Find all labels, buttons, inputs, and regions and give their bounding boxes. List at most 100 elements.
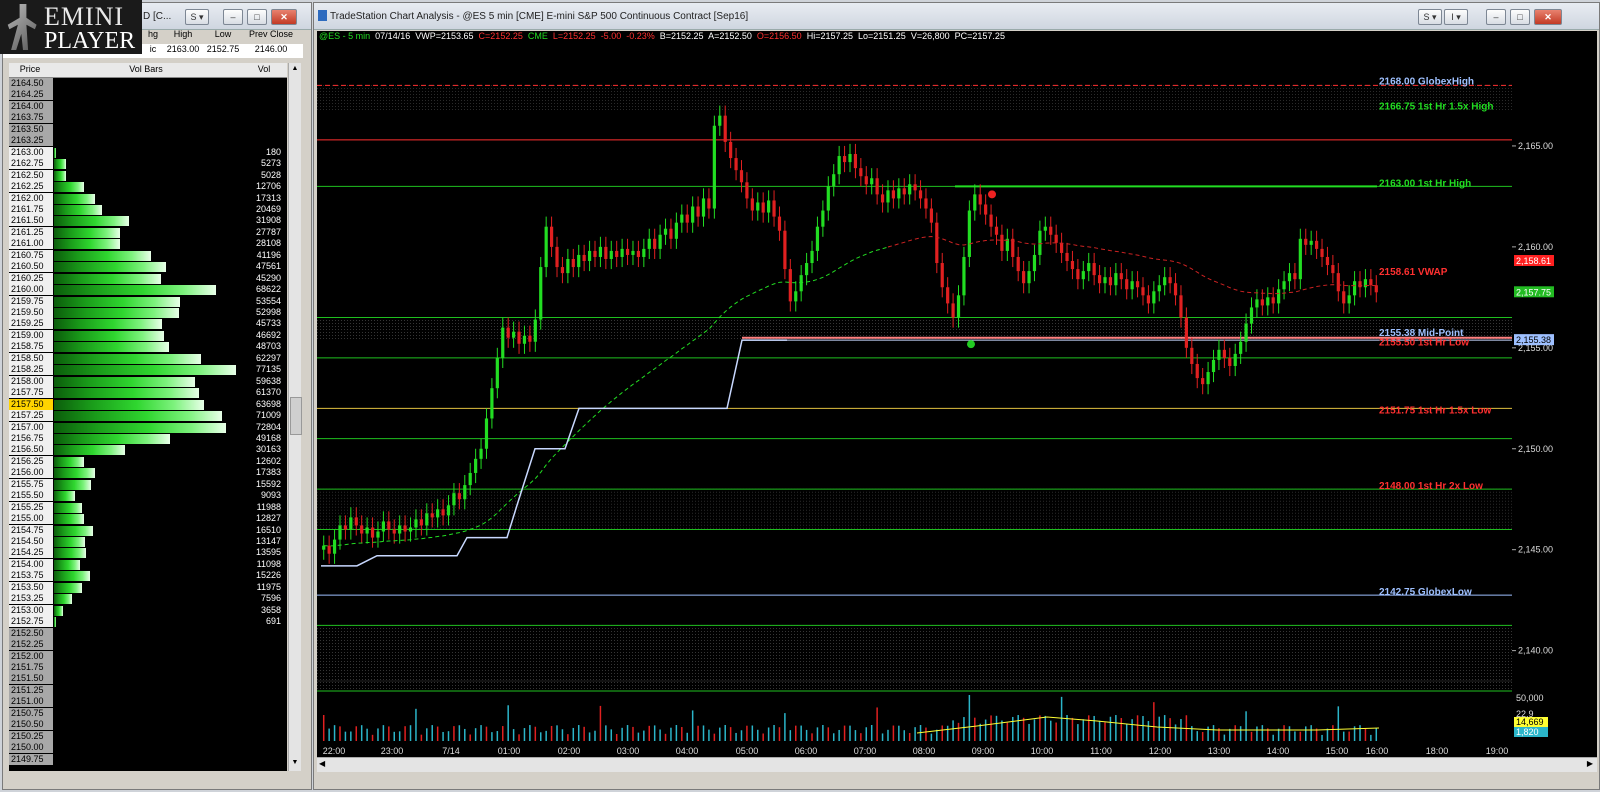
ladder-price: 2153.25 (9, 593, 53, 605)
chart-maximize-button[interactable]: □ (1510, 9, 1530, 25)
ladder-row[interactable]: 2162.50 5028 (9, 169, 287, 182)
ladder-row[interactable]: 2162.75 5273 (9, 158, 287, 170)
price-chart-panel[interactable]: @ES - 5 min 07/14/16 VWP=2153.65 C=2152.… (317, 31, 1512, 743)
ladder-row[interactable]: 2151.50 (9, 673, 287, 685)
ladder-row[interactable]: 2150.75 (9, 707, 287, 720)
col-vol-bars[interactable]: Vol Bars (51, 64, 241, 74)
ladder-row[interactable]: 2154.25 13595 (9, 547, 287, 559)
chart-window: TradeStation Chart Analysis - @ES 5 min … (313, 2, 1600, 790)
scroll-left-icon[interactable]: ◀ (319, 759, 325, 768)
ladder-row[interactable]: 2152.50 (9, 627, 287, 640)
scroll-right-icon[interactable]: ▶ (1587, 759, 1593, 768)
ladder-row[interactable]: 2161.75 20469 (9, 203, 287, 216)
ladder-row[interactable]: 2155.00 12827 (9, 513, 287, 525)
ladder-row[interactable]: 2155.25 11988 (9, 501, 287, 514)
ladder-row[interactable]: 2161.25 27787 (9, 226, 287, 239)
ladder-row[interactable]: 2156.75 49168 (9, 432, 287, 445)
ladder-row[interactable]: 2154.00 11098 (9, 558, 287, 571)
ladder-row[interactable]: 2161.50 31908 (9, 215, 287, 227)
ladder-row[interactable]: 2158.00 59638 (9, 375, 287, 388)
scroll-down-icon[interactable]: ▼ (290, 759, 300, 769)
status-volume: V=26,800 (910, 31, 950, 41)
ladder-row[interactable]: 2163.00 180 (9, 146, 287, 159)
minimize-button[interactable]: – (223, 9, 243, 25)
ladder-row[interactable]: 2153.00 3658 (9, 604, 287, 617)
ladder-row[interactable]: 2151.75 (9, 661, 287, 674)
price-axis[interactable]: 2,165.00 2,160.00 2,155.00 2,150.00 2,145.00… (1512, 31, 1597, 743)
ladder-row[interactable]: 2160.50 47561 (9, 261, 287, 273)
ladder-row[interactable]: 2157.25 71009 (9, 410, 287, 422)
ladder-row[interactable]: 2160.25 45290 (9, 272, 287, 285)
ladder-row[interactable]: 2153.50 11975 (9, 581, 287, 594)
ladder-row[interactable]: 2164.25 (9, 89, 287, 101)
ladder-row[interactable]: 2152.25 (9, 639, 287, 651)
ladder-row[interactable]: 2154.75 16510 (9, 524, 287, 537)
candle-body (1070, 261, 1075, 270)
ladder-row[interactable]: 2158.50 62297 (9, 352, 287, 365)
ladder-row[interactable]: 2162.25 12706 (9, 181, 287, 193)
ladder-row[interactable]: 2157.00 72804 (9, 421, 287, 434)
chart-close-button[interactable]: ✕ (1534, 9, 1562, 25)
ladder-row[interactable]: 2150.25 (9, 730, 287, 743)
ladder-row[interactable]: 2163.50 (9, 123, 287, 136)
ladder-row[interactable]: 2161.00 28108 (9, 238, 287, 250)
ladder-row[interactable]: 2151.00 (9, 696, 287, 708)
col-vol[interactable]: Vol (241, 64, 287, 74)
y-tick-label: 2,160.00 (1518, 242, 1553, 252)
candlestick-chart-svg[interactable]: 2168.00 GlobexHigh 2166.75 1st Hr 1.5x Hi… (317, 31, 1512, 743)
ladder-price: 2151.75 (9, 661, 53, 673)
symbol-link-button-chart[interactable]: S ▾ (1418, 9, 1442, 25)
ladder-row[interactable]: 2159.75 53554 (9, 295, 287, 308)
ladder-row[interactable]: 2164.00 (9, 100, 287, 113)
chart-horizontal-scrollbar[interactable]: ◀ ▶ (317, 757, 1597, 772)
ladder-row[interactable]: 2150.50 (9, 719, 287, 731)
ladder-row[interactable]: 2158.75 48703 (9, 341, 287, 353)
x-tick-label: 22:00 (323, 746, 346, 756)
ladder-row[interactable]: 2149.75 (9, 753, 287, 766)
ladder-row[interactable]: 2158.25 77135 (9, 364, 287, 376)
ladder-row[interactable]: 2151.25 (9, 684, 287, 697)
data-menu-button[interactable]: I ▾ (1444, 9, 1468, 25)
ladder-vol: 41196 (256, 249, 281, 260)
ladder-row[interactable]: 2162.00 17313 (9, 192, 287, 205)
ladder-row[interactable]: 2155.75 15592 (9, 478, 287, 491)
ladder-row[interactable]: 2160.75 41196 (9, 249, 287, 262)
chart-minimize-button[interactable]: – (1486, 9, 1506, 25)
ladder-row[interactable]: 2159.25 45733 (9, 318, 287, 330)
ladder-row[interactable]: 2155.50 9093 (9, 490, 287, 502)
ladder-scrollbar[interactable]: ▲ ▼ (288, 63, 302, 771)
ladder-row[interactable]: 2157.75 61370 (9, 387, 287, 399)
candle-body (625, 248, 630, 255)
ladder-row[interactable]: 2159.50 52998 (9, 307, 287, 319)
ladder-row[interactable]: 2157.50 63698 (9, 398, 287, 411)
maximize-button[interactable]: □ (247, 9, 267, 25)
candle-body (1363, 279, 1368, 288)
scroll-thumb[interactable] (290, 397, 302, 435)
candle-body (332, 539, 337, 554)
scroll-up-icon[interactable]: ▲ (290, 65, 300, 75)
ladder-row[interactable]: 2159.00 46692 (9, 329, 287, 342)
ladder-row[interactable]: 2150.00 (9, 742, 287, 754)
close-button[interactable]: ✕ (271, 9, 297, 25)
col-price[interactable]: Price (9, 64, 51, 74)
volume-bar (54, 571, 90, 582)
symbol-link-button[interactable]: S ▾ (185, 9, 209, 25)
ladder-row[interactable]: 2156.50 30163 (9, 444, 287, 456)
ladder-row[interactable]: 2154.50 13147 (9, 536, 287, 548)
ladder-row[interactable]: 2153.75 15226 (9, 570, 287, 582)
candle-body (1168, 277, 1172, 284)
ladder-row[interactable]: 2152.00 (9, 650, 287, 663)
ladder-row[interactable]: 2152.75 691 (9, 616, 287, 628)
ladder-row[interactable]: 2160.00 68622 (9, 284, 287, 296)
candle-body (832, 174, 836, 187)
candle-body (1201, 378, 1205, 385)
ladder-row[interactable]: 2164.50 (9, 78, 287, 90)
ladder-row[interactable]: 2153.25 7596 (9, 593, 287, 605)
ladder-price: 2153.75 (9, 570, 53, 582)
ladder-row[interactable]: 2163.75 (9, 112, 287, 124)
ladder-row[interactable]: 2156.00 17383 (9, 467, 287, 479)
volume-bar (54, 296, 181, 307)
ladder-row[interactable]: 2163.25 (9, 135, 287, 147)
time-axis[interactable]: 22:00 23:00 7/14 01:00 02:00 03:00 04:00 05:00 0… (317, 743, 1597, 757)
ladder-row[interactable]: 2156.25 12602 (9, 455, 287, 468)
